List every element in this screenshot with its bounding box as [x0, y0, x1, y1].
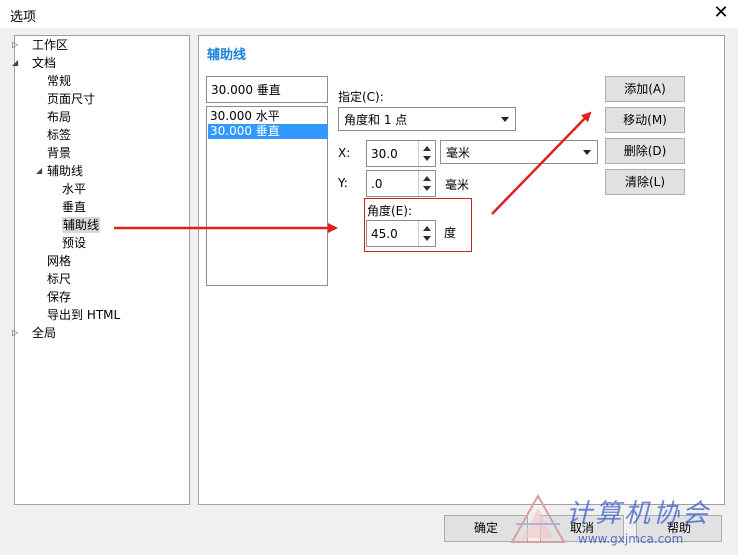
watermark-url: www.gxjmca.com: [578, 532, 684, 546]
watermark-logo-icon: [510, 494, 566, 543]
arrow-to-add-button: [491, 111, 592, 215]
watermark-text: 计算机协会: [566, 499, 712, 529]
annotation-arrows: [114, 111, 592, 233]
